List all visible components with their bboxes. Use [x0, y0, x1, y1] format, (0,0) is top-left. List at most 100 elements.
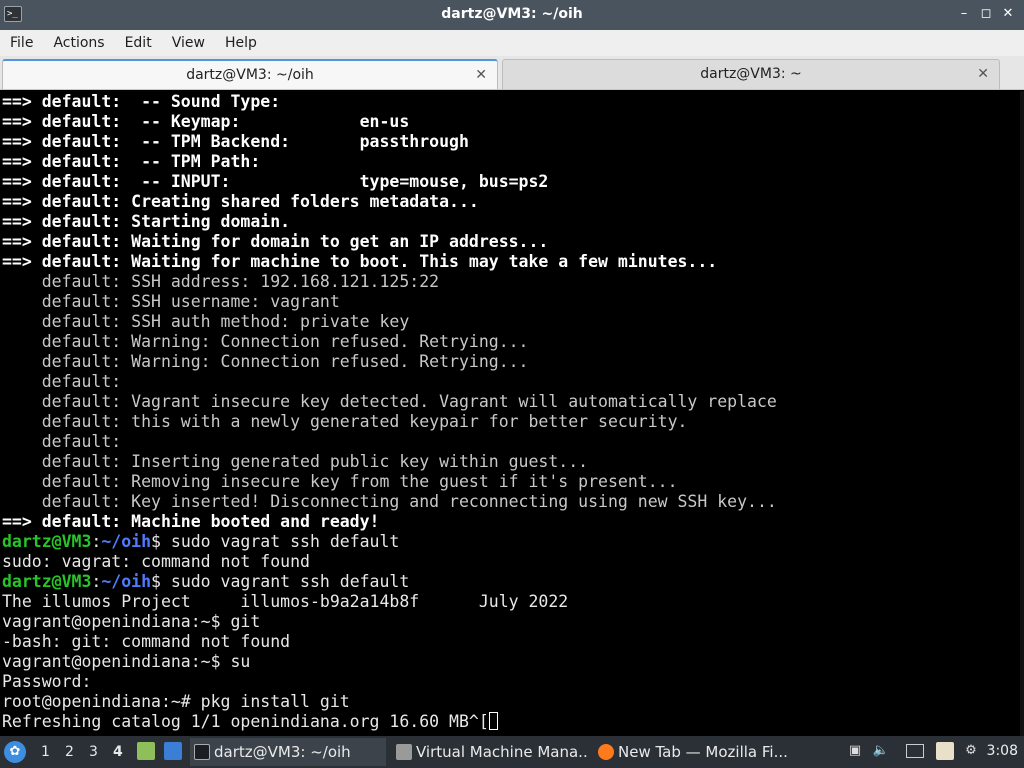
- clipboard-icon[interactable]: [936, 742, 954, 760]
- terminal-line: default: SSH address: 192.168.121.125:22: [2, 272, 777, 292]
- task-terminal[interactable]: dartz@VM3: ~/oih: [190, 738, 386, 766]
- terminal-text: default: SSH address: 192.168.121.125:22: [2, 272, 440, 291]
- desktop-2-button[interactable]: 2: [65, 744, 74, 760]
- tab-bar: dartz@VM3: ~/oih ✕ dartz@VM3: ~ ✕: [0, 56, 1024, 90]
- terminal-text: default: Removing insecure key from the …: [2, 472, 678, 491]
- terminal-text: sudo: vagrat: command not found: [2, 552, 310, 571]
- volume-icon[interactable]: 🔈: [872, 742, 890, 760]
- terminal-text: :: [91, 532, 102, 551]
- terminal-line: default: Inserting generated public key …: [2, 452, 777, 472]
- file-manager-icon[interactable]: [137, 742, 155, 760]
- terminal-text: ==> default: -- Sound Type:: [2, 92, 281, 111]
- taskbar: ✿ 1 2 3 4 dartz@VM3: ~/oih Virtual Machi…: [0, 736, 1024, 768]
- terminal-text: default: Warning: Connection refused. Re…: [2, 332, 529, 351]
- terminal-text: vagrant@openindiana:~$ git: [2, 612, 261, 631]
- screen-icon[interactable]: ▣: [846, 742, 864, 760]
- terminal-text: :: [91, 572, 102, 591]
- terminal-text: ==> default: Creating shared folders met…: [2, 192, 479, 211]
- terminal-text: $ sudo vagrant ssh default: [151, 572, 410, 591]
- menu-edit[interactable]: Edit: [115, 30, 162, 56]
- menu-actions[interactable]: Actions: [43, 30, 114, 56]
- maximize-icon[interactable]: ◻: [978, 5, 994, 23]
- terminal-line: sudo: vagrat: command not found: [2, 552, 777, 572]
- virt-manager-icon: [396, 744, 412, 760]
- task-label: dartz@VM3: ~/oih: [214, 743, 351, 761]
- task-label: New Tab — Mozilla Fi...: [618, 743, 788, 761]
- terminal-line: ==> default: Starting domain.: [2, 212, 777, 232]
- terminal-line: vagrant@openindiana:~$ git: [2, 612, 777, 632]
- close-icon[interactable]: ✕: [1000, 5, 1016, 23]
- clock[interactable]: 3:08: [987, 743, 1018, 759]
- terminal-text: vagrant@openindiana:~$ su: [2, 652, 251, 671]
- terminal-text: ==> default: Machine booted and ready!: [2, 512, 380, 531]
- terminal-line: ==> default: -- TPM Backend: passthrough: [2, 132, 777, 152]
- menu-view[interactable]: View: [162, 30, 215, 56]
- terminal-text: Refreshing catalog 1/1 openindiana.org 1…: [2, 712, 489, 731]
- tab-label: dartz@VM3: ~/oih: [186, 67, 314, 83]
- terminal-text: ==> default: -- INPUT: type=mouse, bus=p…: [2, 172, 549, 191]
- terminal-scrollbar[interactable]: [1020, 91, 1024, 736]
- terminal-text: default: SSH auth method: private key: [2, 312, 410, 331]
- terminal-output: ==> default: -- Sound Type: ==> default: …: [2, 92, 777, 732]
- terminal-line: Password:: [2, 672, 777, 692]
- tab-oih[interactable]: dartz@VM3: ~/oih ✕: [2, 59, 498, 89]
- terminal-text: root@openindiana:~# pkg install git: [2, 692, 350, 711]
- menu-file[interactable]: File: [0, 30, 43, 56]
- terminal-text: default: Warning: Connection refused. Re…: [2, 352, 529, 371]
- terminal-line: default: SSH username: vagrant: [2, 292, 777, 312]
- tab-close-icon[interactable]: ✕: [475, 61, 487, 89]
- task-firefox[interactable]: New Tab — Mozilla Fi...: [594, 738, 790, 766]
- terminal-line: dartz@VM3:~/oih$ sudo vagrat ssh default: [2, 532, 777, 552]
- terminal-text: ==> default: -- Keymap: en-us: [2, 112, 410, 131]
- terminal-line: The illumos Project illumos-b9a2a14b8f J…: [2, 592, 777, 612]
- terminal-line: default:: [2, 432, 777, 452]
- terminal-view[interactable]: ==> default: -- Sound Type: ==> default: …: [0, 91, 1024, 736]
- terminal-text: default: Inserting generated public key …: [2, 452, 589, 471]
- terminal-line: default: Warning: Connection refused. Re…: [2, 332, 777, 352]
- terminal-text: ==> default: -- TPM Backend: passthrough: [2, 132, 469, 151]
- terminal-line: ==> default: Waiting for machine to boot…: [2, 252, 777, 272]
- terminal-text: ==> default: -- TPM Path:: [2, 152, 261, 171]
- terminal-line: -bash: git: command not found: [2, 632, 777, 652]
- terminal-text: ==> default: Starting domain.: [2, 212, 291, 231]
- terminal-line: default: Removing insecure key from the …: [2, 472, 777, 492]
- updates-icon[interactable]: ⚙: [962, 742, 980, 760]
- terminal-text: ==> default: Waiting for machine to boot…: [2, 252, 718, 271]
- window-controls: – ◻ ✕: [956, 5, 1016, 23]
- terminal-text: $ sudo vagrat ssh default: [151, 532, 400, 551]
- terminal-line: ==> default: -- INPUT: type=mouse, bus=p…: [2, 172, 777, 192]
- menu-bar: File Actions Edit View Help: [0, 30, 1024, 56]
- terminal-line: ==> default: Creating shared folders met…: [2, 192, 777, 212]
- terminal-icon: [194, 744, 210, 760]
- terminal-line: default: SSH auth method: private key: [2, 312, 777, 332]
- task-virt-manager[interactable]: Virtual Machine Mana...: [392, 738, 588, 766]
- terminal-text: ~/oih: [101, 572, 152, 591]
- terminal-line: default: this with a newly generated key…: [2, 412, 777, 432]
- menu-help[interactable]: Help: [215, 30, 267, 56]
- terminal-text: dartz@VM3: [2, 572, 92, 591]
- terminal-text: ==> default: Waiting for domain to get a…: [2, 232, 549, 251]
- show-desktop-icon[interactable]: [164, 742, 182, 760]
- desktop-4-button[interactable]: 4: [113, 744, 123, 760]
- terminal-line: ==> default: -- Keymap: en-us: [2, 112, 777, 132]
- tab-home[interactable]: dartz@VM3: ~ ✕: [502, 59, 1000, 89]
- terminal-line: default:: [2, 372, 777, 392]
- terminal-line: dartz@VM3:~/oih$ sudo vagrant ssh defaul…: [2, 572, 777, 592]
- tab-close-icon[interactable]: ✕: [977, 60, 989, 88]
- terminal-text: default: this with a newly generated key…: [2, 412, 688, 431]
- terminal-text: default: SSH username: vagrant: [2, 292, 340, 311]
- terminal-text: default:: [2, 432, 122, 451]
- terminal-text: Password:: [2, 672, 92, 691]
- terminal-line: default: Vagrant insecure key detected. …: [2, 392, 777, 412]
- terminal-text: default: Vagrant insecure key detected. …: [2, 392, 777, 411]
- terminal-text: ~/oih: [101, 532, 152, 551]
- lxqt-start-icon[interactable]: ✿: [4, 741, 26, 763]
- terminal-line: default: Warning: Connection refused. Re…: [2, 352, 777, 372]
- window-titlebar[interactable]: >_ dartz@VM3: ~/oih – ◻ ✕: [0, 0, 1024, 30]
- desktop-1-button[interactable]: 1: [41, 744, 50, 760]
- firefox-icon: [598, 744, 614, 760]
- network-icon[interactable]: [906, 744, 924, 758]
- desktop-3-button[interactable]: 3: [89, 744, 98, 760]
- minimize-icon[interactable]: –: [956, 5, 972, 23]
- terminal-line: Refreshing catalog 1/1 openindiana.org 1…: [2, 712, 777, 732]
